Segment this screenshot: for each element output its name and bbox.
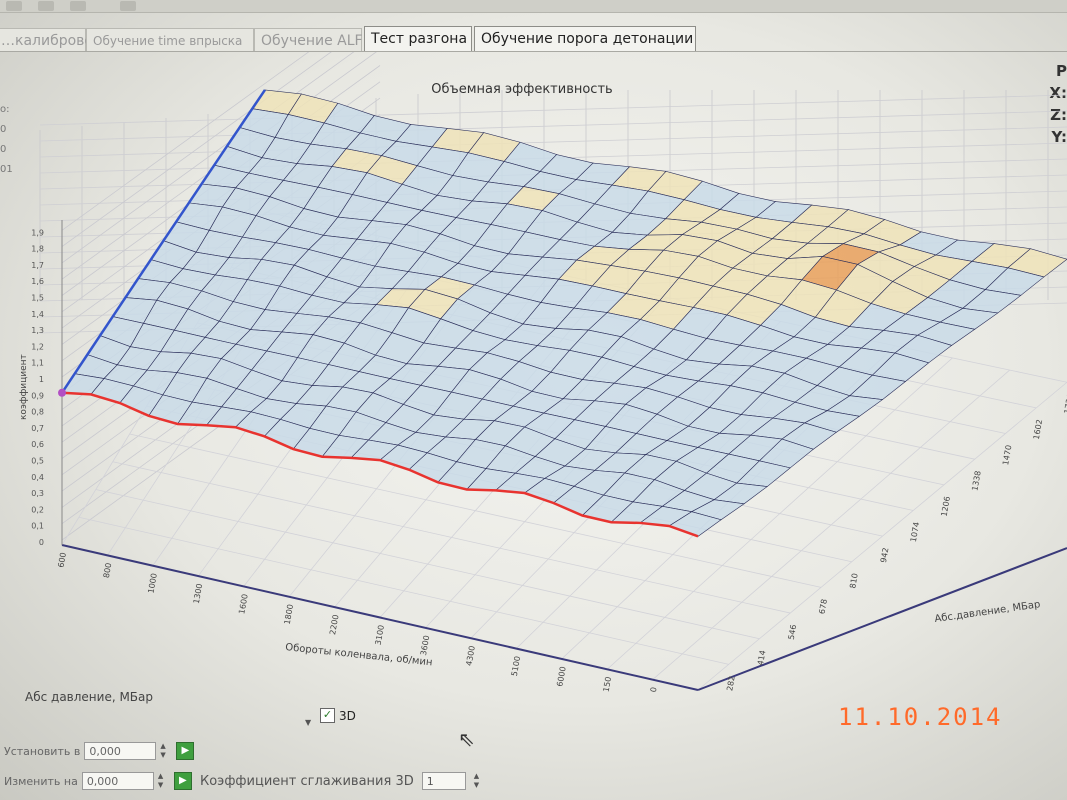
abs-pressure-label: Абс давление, МБар (25, 690, 154, 704)
z-axis-line (697, 547, 1067, 691)
change-value-spinner[interactable]: ▲ ▼ (158, 772, 166, 790)
z-tick-label: 1734 (1063, 393, 1067, 415)
toolbar-button[interactable] (120, 1, 136, 11)
x-tick-label: 2200 (328, 614, 340, 636)
toolbar (0, 0, 1067, 13)
camera-date-stamp: 11.10.2014 (838, 703, 1003, 731)
apply-change-button[interactable]: ▶ (173, 772, 192, 790)
z-tick-label: 942 (879, 547, 891, 564)
x-tick-label: 4300 (464, 645, 476, 667)
y-tick-label: 1,1 (31, 359, 44, 368)
x-tick-label: 800 (102, 562, 114, 579)
z-axis-label: Абс.давление, МБар (934, 599, 1041, 625)
y-axis-ticks: 0 0,1 0,2 0,3 0,4 0,5 0,6 0,7 0,8 0,9 1 1,1 1,2 1,3 1,… (31, 228, 44, 547)
set-value-input[interactable]: 0,000 (84, 742, 157, 760)
checkbox-3d[interactable]: ✓ (320, 708, 335, 723)
surface-chart[interactable]: 0 0,1 0,2 0,3 0,4 0,5 0,6 0,7 0,8 0,9 1 1,1 1,2 1,3 1,… (0, 0, 1067, 719)
y-tick-label: 1,8 (31, 245, 44, 254)
y-tick-label: 1,2 (31, 342, 44, 351)
z-tick-label: 1338 (970, 470, 982, 492)
smoothing-row: Коэффициент сглаживания 3D 1 ▲ ▼ (200, 772, 482, 790)
mouse-cursor-icon: ⇖ (458, 727, 475, 751)
chart-svg[interactable]: 0 0,1 0,2 0,3 0,4 0,5 0,6 0,7 0,8 0,9 1 1,1 1,2 1,3 1,… (0, 0, 1067, 719)
y-tick-label: 0,7 (31, 424, 44, 433)
grid-line (78, 516, 729, 665)
y-tick-label: 1,3 (31, 326, 44, 335)
y-tick-label: 0,9 (31, 391, 44, 400)
tab-calibrations[interactable]: …калибровок (0, 28, 101, 52)
z-tick-label: 546 (787, 624, 799, 641)
y-tick-label: 1,5 (31, 294, 44, 303)
chevron-down-icon[interactable]: ▼ (305, 718, 311, 727)
lock-icon[interactable] (38, 1, 54, 11)
x-tick-label: 8000 (646, 686, 658, 692)
y-tick-label: 0,5 (31, 457, 44, 466)
x-tick-label: 1300 (192, 583, 204, 605)
grid-line (39, 126, 1067, 158)
tab-knock-threshold[interactable]: Обучение порога детонации (474, 26, 696, 52)
z-tick-label: 1074 (909, 521, 921, 543)
y-tick-label: 0,3 (31, 489, 44, 498)
x-axis-ticks: 600 800 1000 1300 1600 1800 2200 3100 3600 4300 51… (56, 552, 704, 719)
chart-surface (61, 89, 1067, 537)
set-value-row: Установить в 0,000 ▲ ▼ ▶ (4, 742, 195, 760)
x-tick-label: 7150 (601, 676, 613, 692)
undo-icon[interactable] (70, 1, 86, 11)
toggle-3d[interactable]: ✓ 3D (320, 708, 356, 723)
tab-acceleration-test[interactable]: Тест разгона (364, 26, 472, 52)
apply-set-button[interactable]: ▶ (176, 742, 195, 760)
x-tick-label: 6000 (555, 666, 567, 688)
z-tick-label: 810 (848, 573, 860, 590)
y-tick-label: 1,6 (31, 277, 44, 286)
y-tick-label: 0,8 (31, 408, 44, 417)
y-tick-label: 1 (39, 375, 44, 384)
x-tick-label: 3600 (419, 635, 431, 657)
smoothing-spinner[interactable]: ▲ ▼ (474, 772, 482, 790)
y-tick-label: 0,1 (31, 522, 44, 531)
grid-line (39, 110, 1067, 142)
change-value-label: Изменить на (4, 774, 78, 788)
y-tick-label: 0,2 (31, 505, 44, 514)
y-tick-label: 1,4 (31, 310, 44, 319)
z-tick-label: 282 (725, 675, 737, 692)
y-tick-label: 1,7 (31, 261, 44, 270)
change-value-input[interactable]: 0,000 (81, 772, 154, 790)
tab-injection-learning[interactable]: Обучение time впрыска (86, 28, 254, 52)
smoothing-label: Коэффициент сглаживания 3D (200, 773, 414, 789)
grid-line (39, 94, 1067, 126)
set-value-label: Установить в (4, 744, 81, 758)
x-tick-label: 1600 (237, 593, 249, 615)
tab-alf-learning[interactable]: Обучение ALF (254, 28, 363, 52)
y-tick-label: 0,6 (31, 440, 44, 449)
x-tick-label: 5100 (510, 655, 522, 677)
x-tick-label: 3100 (374, 624, 386, 646)
x-axis-line (61, 544, 699, 691)
y-tick-label: 0 (39, 538, 44, 547)
y-tick-label: 1,9 (31, 228, 44, 237)
set-value-spinner[interactable]: ▲ ▼ (160, 742, 168, 760)
surface-corner-marker (58, 388, 66, 397)
checkbox-3d-label: 3D (339, 708, 356, 723)
y-axis-label: коэффициент (19, 354, 29, 420)
z-tick-label: 678 (817, 598, 829, 615)
z-tick-label: 1470 (1001, 444, 1013, 466)
smoothing-input[interactable]: 1 (421, 772, 466, 790)
z-tick-label: 1206 (940, 496, 952, 518)
tab-bar: …калибровок Обучение time впрыска Обучен… (0, 22, 1067, 52)
x-axis-label: Обороты коленвала, об/мин (285, 642, 433, 668)
toolbar-button[interactable] (6, 1, 22, 11)
x-tick-label: 1800 (283, 604, 295, 626)
x-tick-label: 1000 (146, 572, 158, 594)
change-value-row: Изменить на 0,000 ▲ ▼ ▶ (4, 772, 192, 790)
z-tick-label: 1602 (1032, 419, 1044, 441)
chart-title: Объемная эффективность (431, 82, 612, 97)
y-tick-label: 0,4 (31, 473, 44, 482)
x-tick-label: 600 (56, 552, 68, 569)
